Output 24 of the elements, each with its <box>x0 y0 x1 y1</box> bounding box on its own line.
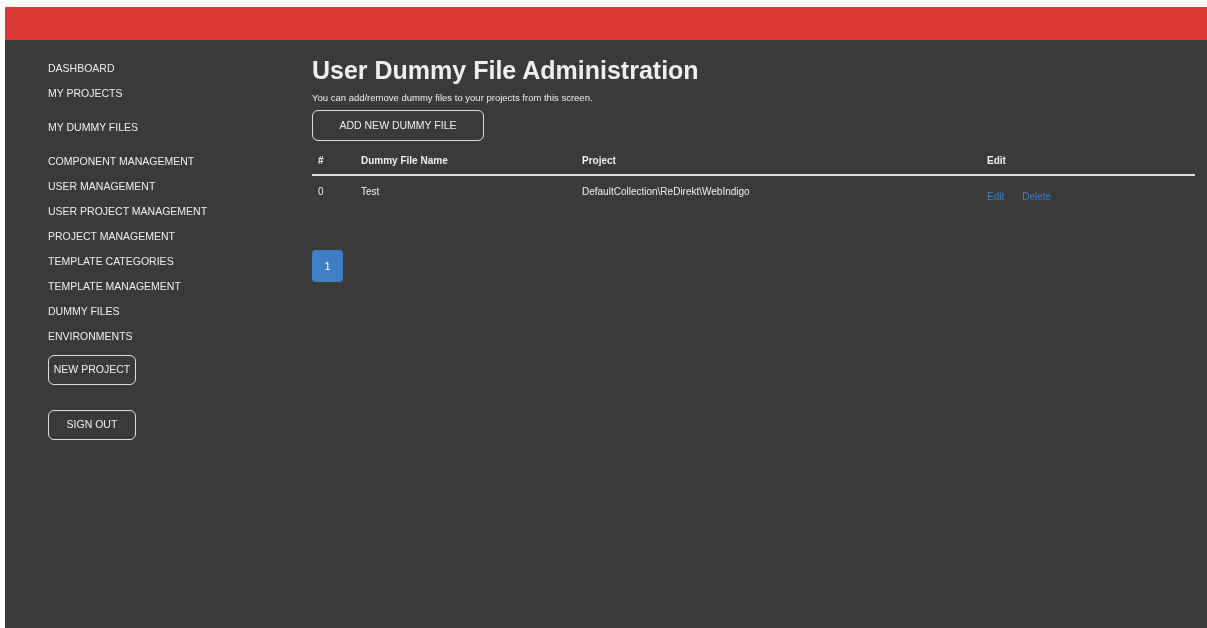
sidebar-link[interactable]: DUMMY FILES <box>48 305 120 318</box>
sidebar-link[interactable]: PROJECT MANAGEMENT <box>48 230 175 243</box>
column-header: Edit <box>981 147 1195 176</box>
sidebar-link[interactable]: USER PROJECT MANAGEMENT <box>48 205 208 218</box>
sidebar-link[interactable]: COMPONENT MANAGEMENT <box>48 155 195 168</box>
page-button[interactable]: 1 <box>312 250 343 283</box>
sidebar-link[interactable]: MY DUMMY FILES <box>48 121 139 134</box>
sidebar-link[interactable]: ENVIRONMENTS <box>48 330 133 343</box>
add-file-button[interactable]: ADD NEW DUMMY FILE <box>312 110 484 142</box>
sidebar-link[interactable]: USER MANAGEMENT <box>48 180 156 193</box>
sidebar-link[interactable]: MY PROJECTS <box>48 87 123 100</box>
column-header: Project <box>576 147 981 176</box>
page-description: You can add/remove dummy files to your projects from this screen. <box>312 91 594 105</box>
column-header: Dummy File Name <box>355 147 576 176</box>
sign-out-button[interactable]: SIGN OUT <box>48 410 136 440</box>
table-cell: 0 <box>312 175 355 213</box>
table-cell: DefaultCollection\ReDirekt\WebIndigo <box>576 175 981 213</box>
sidebar-link[interactable]: DASHBOARD <box>48 62 115 75</box>
sidebar-link[interactable]: TEMPLATE MANAGEMENT <box>48 280 181 293</box>
column-header: # <box>312 147 355 176</box>
page-title: User Dummy File Administration <box>312 55 700 85</box>
sidebar-link[interactable]: TEMPLATE CATEGORIES <box>48 255 174 268</box>
table-cell: Test <box>355 175 576 213</box>
new-project-button[interactable]: NEW PROJECT <box>48 355 136 385</box>
